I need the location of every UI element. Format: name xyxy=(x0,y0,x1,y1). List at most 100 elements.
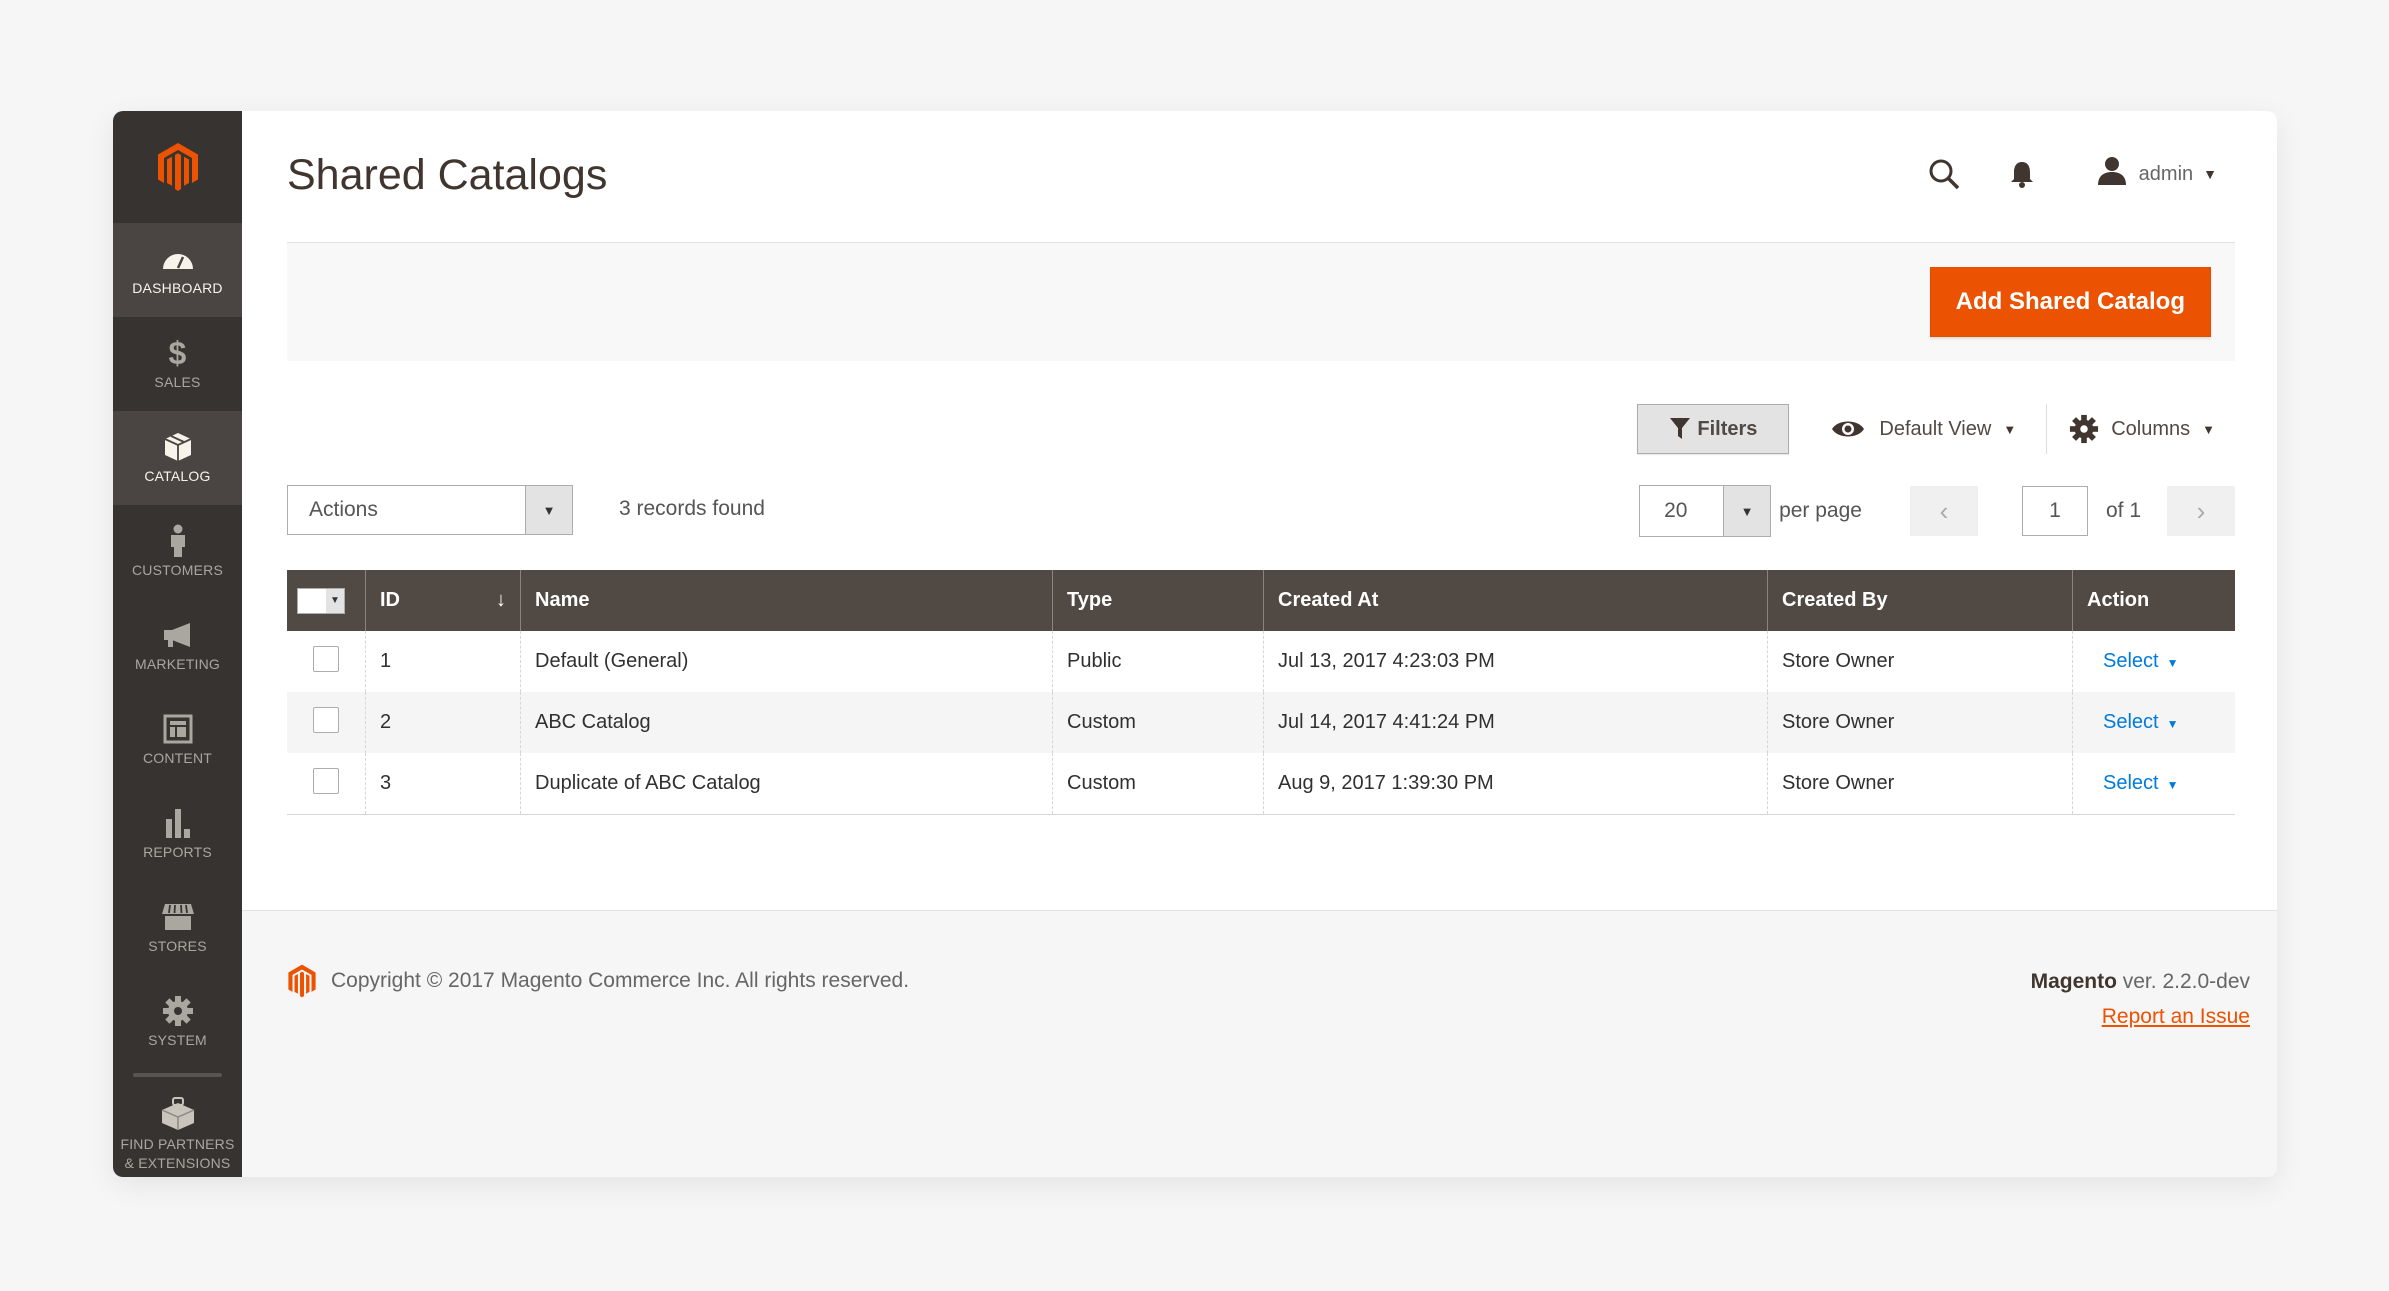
dashboard-gauge-icon xyxy=(161,244,195,274)
layout-icon xyxy=(163,714,193,744)
sidebar-item-marketing[interactable]: MARKETING xyxy=(113,599,242,693)
row-action-label: Select xyxy=(2103,711,2159,733)
sidebar-item-label: STORES xyxy=(148,938,207,954)
copyright: Copyright © 2017 Magento Commerce Inc. A… xyxy=(287,964,909,998)
column-header-type[interactable]: Type xyxy=(1052,570,1264,631)
cell-created-at: Jul 14, 2017 4:41:24 PM xyxy=(1263,692,1768,753)
column-header-label: ID xyxy=(380,589,400,611)
sidebar-item-find-partners[interactable]: FIND PARTNERS & EXTENSIONS xyxy=(113,1081,242,1177)
add-shared-catalog-button[interactable]: Add Shared Catalog xyxy=(1929,267,2211,337)
gear-icon xyxy=(2070,414,2099,444)
column-header-id[interactable]: ID ↓ xyxy=(365,570,521,631)
default-view-label: Default View xyxy=(1879,417,1992,440)
cell-created-at: Jul 13, 2017 4:23:03 PM xyxy=(1263,631,1768,692)
row-checkbox[interactable] xyxy=(313,767,339,794)
records-found-count: 3 records found xyxy=(619,497,765,520)
grid-toolbar: Actions ▼ 3 records found 20 ▼ per page … xyxy=(287,485,2235,537)
version-info: Magento ver. 2.2.0-dev Report an Issue xyxy=(2031,964,2250,1034)
dollar-icon: $ xyxy=(168,334,187,371)
sidebar-item-dashboard[interactable]: DASHBOARD xyxy=(113,223,242,317)
sidebar-item-customers[interactable]: CUSTOMERS xyxy=(113,505,242,599)
row-action-select[interactable]: Select ▼ xyxy=(2103,650,2178,672)
cell-created-by: Store Owner xyxy=(1767,692,2073,753)
bar-chart-icon xyxy=(163,808,193,838)
sidebar-item-label-line2: & EXTENSIONS xyxy=(124,1155,231,1171)
sidebar-item-content[interactable]: CONTENT xyxy=(113,693,242,787)
main-content: Shared Catalogs admin ▼ Add Shared Catal… xyxy=(242,111,2277,1177)
column-header-created-at[interactable]: Created At xyxy=(1263,570,1768,631)
sidebar-item-system[interactable]: SYSTEM xyxy=(113,975,242,1069)
sidebar-divider xyxy=(133,1073,222,1077)
sidebar-item-label: CONTENT xyxy=(142,750,213,766)
sidebar-item-sales[interactable]: $ SALES xyxy=(113,317,242,411)
header-actions: admin ▼ xyxy=(1919,149,2217,199)
sidebar-item-reports[interactable]: REPORTS xyxy=(113,787,242,881)
person-icon xyxy=(169,524,187,557)
page-title: Shared Catalogs xyxy=(287,151,608,199)
row-action-select[interactable]: Select ▼ xyxy=(2103,711,2178,733)
shared-catalogs-grid: ▼ ID ↓ Name Type Created At Created By A… xyxy=(287,570,2235,815)
filters-label: Filters xyxy=(1697,417,1758,440)
cell-id: 1 xyxy=(365,631,521,692)
row-action-select[interactable]: Select ▼ xyxy=(2103,772,2178,794)
grid-header-row: ▼ ID ↓ Name Type Created At Created By A… xyxy=(287,570,2235,631)
magento-logo[interactable] xyxy=(113,111,242,223)
sidebar-item-label: CUSTOMERS xyxy=(132,562,223,578)
page-actions-bar: Add Shared Catalog xyxy=(287,242,2235,361)
version-text: ver. 2.2.0-dev xyxy=(2116,970,2250,993)
admin-window: DASHBOARD $ SALES CATALOG CUSTOMERS MARK… xyxy=(113,111,2277,1177)
cell-id: 2 xyxy=(365,692,521,753)
chevron-down-icon: ▼ xyxy=(2166,778,2179,792)
next-page-button[interactable]: › xyxy=(2167,486,2235,536)
row-checkbox[interactable] xyxy=(313,645,339,672)
sidebar-item-catalog[interactable]: CATALOG xyxy=(113,411,242,505)
previous-page-button[interactable]: ‹ xyxy=(1909,486,1978,536)
magento-logo-icon xyxy=(288,964,316,998)
chevron-left-icon: ‹ xyxy=(1939,495,1949,526)
cell-created-by: Store Owner xyxy=(1767,631,2073,692)
search-icon[interactable] xyxy=(1919,149,1969,199)
row-action-label: Select xyxy=(2103,772,2159,794)
per-page-label: per page xyxy=(1779,499,1862,522)
sidebar-item-label: SYSTEM xyxy=(148,1032,207,1048)
cell-type: Public xyxy=(1052,631,1264,692)
sidebar-item-label: MARKETING xyxy=(134,656,221,672)
admin-user-menu[interactable]: admin ▼ xyxy=(2097,156,2217,192)
cell-type: Custom xyxy=(1052,692,1264,753)
filter-funnel-icon xyxy=(1670,418,1691,439)
sidebar-item-stores[interactable]: STORES xyxy=(113,881,242,975)
sidebar-item-label: SALES xyxy=(154,374,201,390)
column-header-created-by[interactable]: Created By xyxy=(1767,570,2073,631)
per-page-select[interactable]: 20 ▼ xyxy=(1639,485,1772,537)
mass-actions-select[interactable]: Actions ▼ xyxy=(287,485,573,535)
current-page-input[interactable]: 1 xyxy=(2021,486,2088,536)
sort-descending-icon: ↓ xyxy=(496,589,506,611)
filters-button[interactable]: Filters xyxy=(1637,404,1790,454)
storefront-icon xyxy=(161,902,195,932)
row-checkbox[interactable] xyxy=(313,706,339,733)
cell-created-at: Aug 9, 2017 1:39:30 PM xyxy=(1263,753,1768,815)
columns-dropdown[interactable]: Columns ▼ xyxy=(2069,414,2235,444)
column-header-action: Action xyxy=(2072,570,2235,631)
pagination: 20 ▼ per page ‹ 1 of 1 › xyxy=(1639,485,2235,537)
columns-label: Columns xyxy=(2111,417,2191,440)
report-issue-link[interactable]: Report an Issue xyxy=(2102,1005,2250,1028)
column-header-name[interactable]: Name xyxy=(520,570,1053,631)
total-pages-label: of 1 xyxy=(2105,499,2141,522)
per-page-value: 20 xyxy=(1664,499,1688,522)
mass-select-checkbox[interactable]: ▼ xyxy=(297,587,345,614)
chevron-down-icon: ▼ xyxy=(525,486,572,534)
brand-name: Magento xyxy=(2030,970,2117,993)
sidebar-item-label: CATALOG xyxy=(144,468,211,484)
default-view-dropdown[interactable]: Default View ▼ xyxy=(1831,404,2048,454)
cell-name: ABC Catalog xyxy=(520,692,1053,753)
sidebar-item-label: REPORTS xyxy=(143,844,212,860)
cell-name: Duplicate of ABC Catalog xyxy=(520,753,1053,815)
sidebar-item-label: DASHBOARD xyxy=(132,280,223,296)
gear-icon xyxy=(162,996,194,1026)
notifications-bell-icon[interactable] xyxy=(1997,149,2047,199)
table-row: 2 ABC Catalog Custom Jul 14, 2017 4:41:2… xyxy=(287,692,2235,753)
mass-actions-value: Actions xyxy=(309,498,378,521)
copyright-text: Copyright © 2017 Magento Commerce Inc. A… xyxy=(331,969,910,992)
user-icon xyxy=(2097,156,2127,192)
